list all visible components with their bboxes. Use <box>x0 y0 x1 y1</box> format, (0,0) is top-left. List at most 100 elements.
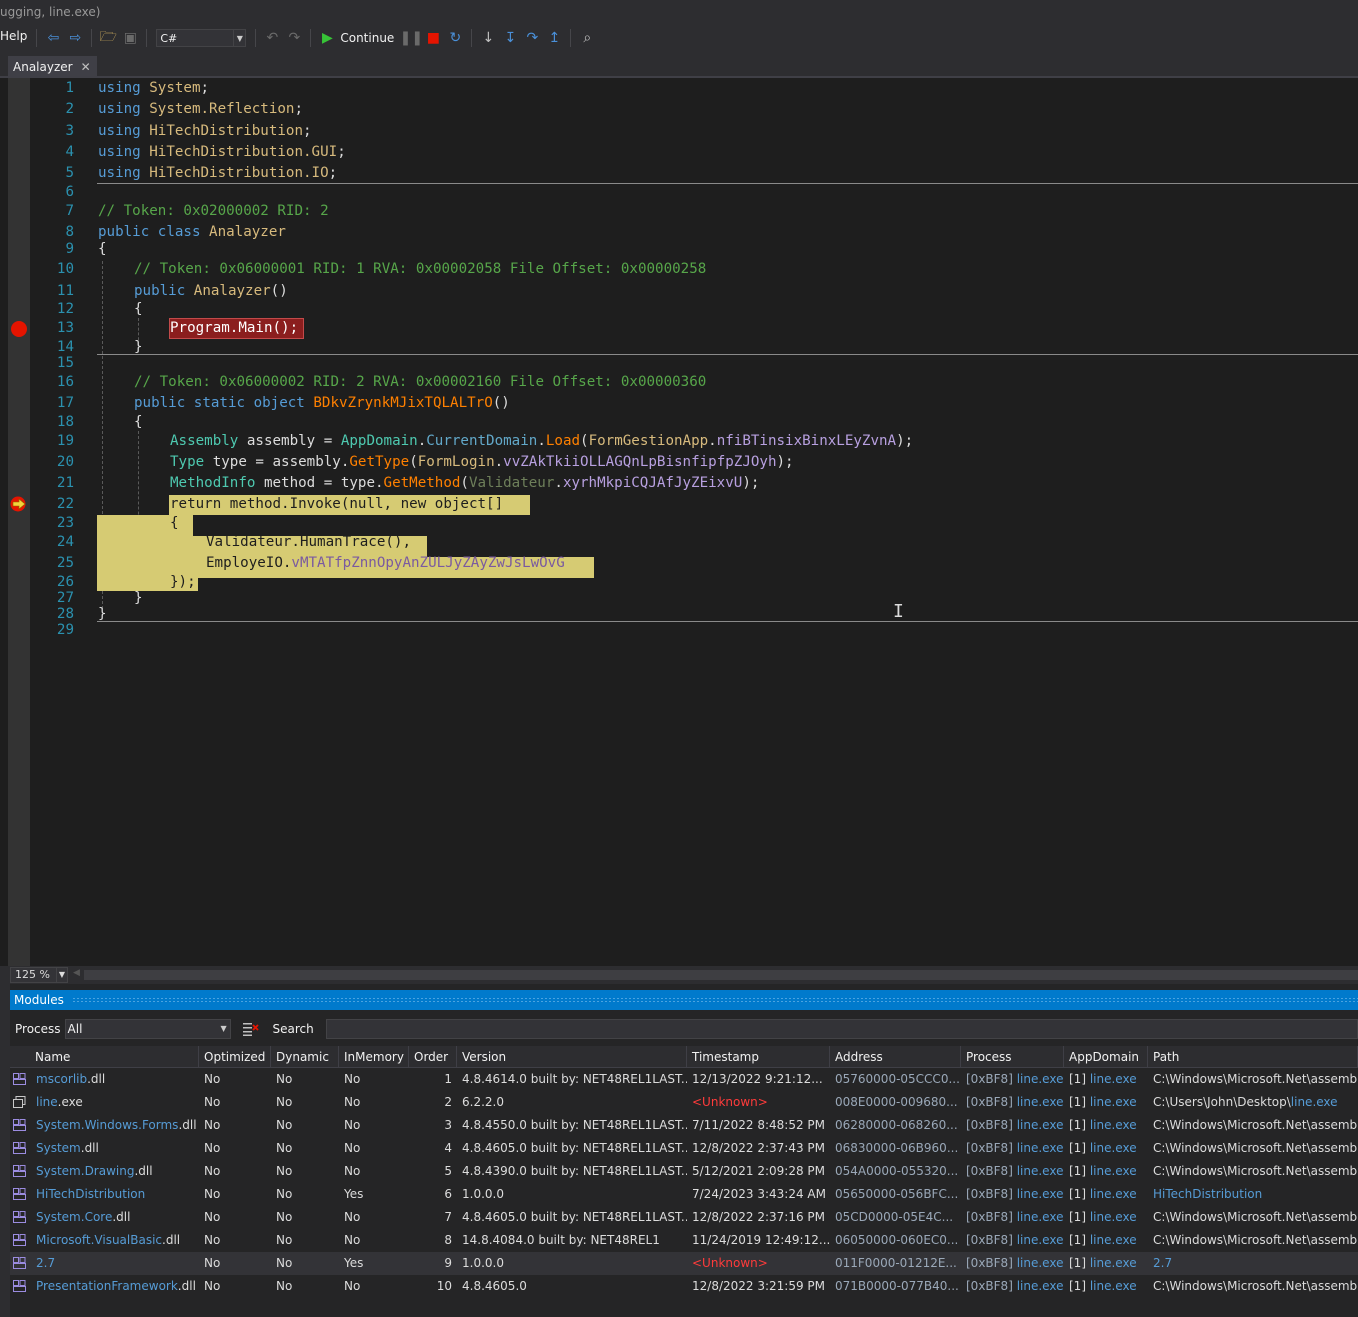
horizontal-scrollbar[interactable] <box>84 970 1358 980</box>
column-header-address[interactable]: Address <box>830 1046 961 1068</box>
drag-grip[interactable] <box>72 997 1358 1003</box>
breakpoint-gutter[interactable] <box>8 78 30 966</box>
column-header-process[interactable]: Process <box>961 1046 1064 1068</box>
module-path-text: C:\Windows\Microsoft.Net\assemb <box>1153 1141 1358 1155</box>
column-header-dynamic[interactable]: Dynamic <box>271 1046 339 1068</box>
module-row[interactable]: HiTechDistribution No No Yes 6 1.0.0.0 7/24/20… <box>10 1183 1358 1206</box>
module-timestamp: 12/8/2022 3:21:59 PM <box>692 1279 826 1293</box>
back-icon[interactable]: ⇦ <box>42 27 64 49</box>
module-appdomain-link[interactable]: line.exe <box>1090 1072 1137 1086</box>
process-select[interactable]: All ▼ <box>64 1019 231 1039</box>
code-line-current: Validateur.HumanTrace(), <box>206 534 411 550</box>
save-icon[interactable]: ▣ <box>119 27 141 49</box>
module-inmemory: Yes <box>344 1187 364 1201</box>
redo-icon[interactable]: ↷ <box>283 27 305 49</box>
code-line: public static object BDkvZrynkMJixTQLALT… <box>134 395 510 411</box>
chevron-down-icon[interactable]: ▼ <box>56 968 67 982</box>
module-path-cell: C:\Windows\Microsoft.Net\assemb <box>1148 1068 1358 1091</box>
module-address: 05CD0000-05E4C... <box>835 1210 954 1224</box>
module-name-link[interactable]: Microsoft.VisualBasic <box>36 1233 162 1247</box>
language-select[interactable]: C# ▼ <box>156 29 247 47</box>
module-appdomain-link[interactable]: line.exe <box>1090 1210 1137 1224</box>
module-path-link[interactable]: line.exe <box>1291 1095 1338 1109</box>
module-process-link[interactable]: line.exe <box>1017 1141 1064 1155</box>
module-appdomain-link[interactable]: line.exe <box>1090 1279 1137 1293</box>
module-row[interactable]: System.Windows.Forms.dll No No No 3 4.8.4550.… <box>10 1114 1358 1137</box>
step-over-icon[interactable]: ↷ <box>521 27 543 49</box>
module-process-link[interactable]: line.exe <box>1017 1118 1064 1132</box>
module-process-link[interactable]: line.exe <box>1017 1233 1064 1247</box>
stop-icon[interactable]: ■ <box>422 27 444 49</box>
column-header-optimized[interactable]: Optimized <box>199 1046 271 1068</box>
module-row[interactable]: Microsoft.VisualBasic.dll No No No 8 14.8.408… <box>10 1229 1358 1252</box>
column-header-path[interactable]: Path <box>1148 1046 1358 1068</box>
module-order: 10 <box>436 1279 452 1293</box>
module-path-link[interactable]: HiTechDistribution <box>1153 1187 1262 1201</box>
module-name-link[interactable]: System <box>36 1141 81 1155</box>
module-process-link[interactable]: line.exe <box>1017 1256 1064 1270</box>
restart-icon[interactable]: ↻ <box>444 27 466 49</box>
code-line-current: { <box>170 515 179 531</box>
module-appdomain-link[interactable]: line.exe <box>1090 1164 1137 1178</box>
module-name-link[interactable]: line <box>36 1095 58 1109</box>
module-row[interactable]: PresentationFramework.dll No No No 10 4.8.460… <box>10 1275 1358 1298</box>
module-name-link[interactable]: System.Drawing <box>36 1164 134 1178</box>
pause-icon[interactable]: ❚❚ <box>400 27 423 49</box>
module-process-link[interactable]: line.exe <box>1017 1187 1064 1201</box>
module-process-link[interactable]: line.exe <box>1017 1210 1064 1224</box>
modules-title-bar[interactable]: Modules <box>10 990 1358 1010</box>
module-appdomain-link[interactable]: line.exe <box>1090 1233 1137 1247</box>
module-row[interactable]: System.Core.dll No No No 7 4.8.4605.0 built b… <box>10 1206 1358 1229</box>
clear-list-icon[interactable] <box>241 1019 261 1039</box>
column-header-name[interactable]: Name <box>10 1046 199 1068</box>
column-header-timestamp[interactable]: Timestamp <box>687 1046 830 1068</box>
module-process-link[interactable]: line.exe <box>1017 1095 1064 1109</box>
module-name-link[interactable]: mscorlib <box>36 1072 87 1086</box>
module-row[interactable]: System.dll No No No 4 4.8.4605.0 built by: NE… <box>10 1137 1358 1160</box>
search-input[interactable] <box>325 1019 1358 1039</box>
tab-analayzer[interactable]: Analayzer ✕ <box>8 56 97 78</box>
column-header-version[interactable]: Version <box>457 1046 687 1068</box>
zoom-select[interactable]: 125 % ▼ <box>10 967 68 983</box>
column-header-order[interactable]: Order <box>409 1046 457 1068</box>
chevron-down-icon[interactable]: ▼ <box>233 30 245 46</box>
module-name-link[interactable]: 2.7 <box>36 1256 55 1270</box>
chevron-down-icon[interactable]: ▼ <box>218 1020 230 1038</box>
step-out-icon[interactable]: ↥ <box>543 27 565 49</box>
scroll-left-icon[interactable]: ◀ <box>73 968 80 978</box>
module-name-link[interactable]: HiTechDistribution <box>36 1187 145 1201</box>
module-path-link[interactable]: 2.7 <box>1153 1256 1172 1270</box>
continue-button[interactable]: Continue <box>340 31 394 45</box>
code-editor[interactable]: 1 2 3 4 5 6 7 8 9 10 11 12 13 14 15 16 17 18 19 20 21 22 23 24 2… <box>0 78 1358 966</box>
play-icon[interactable]: ▶ <box>316 27 338 49</box>
forward-icon[interactable]: ⇨ <box>64 27 86 49</box>
module-row[interactable]: 2.7 No No Yes 9 1.0.0.0 <Unknown> 011F0000-0121… <box>10 1252 1358 1275</box>
module-name-link[interactable]: System.Core <box>36 1210 112 1224</box>
breakpoint-icon[interactable] <box>11 321 27 337</box>
module-name-link[interactable]: System.Windows.Forms <box>36 1118 178 1132</box>
close-icon[interactable]: ✕ <box>81 60 91 74</box>
module-process-link[interactable]: line.exe <box>1017 1164 1064 1178</box>
module-appdomain-link[interactable]: line.exe <box>1090 1141 1137 1155</box>
module-appdomain-link[interactable]: line.exe <box>1090 1256 1137 1270</box>
step-into-alt-icon[interactable]: ↧ <box>499 27 521 49</box>
module-appdomain-link[interactable]: line.exe <box>1090 1187 1137 1201</box>
step-into-icon[interactable]: ↓ <box>477 27 499 49</box>
module-appdomain-link[interactable]: line.exe <box>1090 1118 1137 1132</box>
open-icon[interactable]: 🗁 <box>97 27 119 49</box>
module-path-cell: C:\Windows\Microsoft.Net\assemb <box>1148 1206 1358 1229</box>
module-row[interactable]: line.exe No No No 2 6.2.2.0 <Unknown> 008E0000-… <box>10 1091 1358 1114</box>
column-header-inmemory[interactable]: InMemory <box>339 1046 409 1068</box>
modules-grid: mscorlib.dll No No No 1 4.8.4614.0 built by: … <box>10 1068 1358 1317</box>
module-row[interactable]: mscorlib.dll No No No 1 4.8.4614.0 built by: … <box>10 1068 1358 1091</box>
module-name-link[interactable]: PresentationFramework <box>36 1279 178 1293</box>
module-row[interactable]: System.Drawing.dll No No No 5 4.8.4390.0 buil… <box>10 1160 1358 1183</box>
menu-help[interactable]: Help <box>0 29 31 43</box>
module-appdomain-link[interactable]: line.exe <box>1090 1095 1137 1109</box>
column-header-appdomain[interactable]: AppDomain <box>1064 1046 1148 1068</box>
undo-icon[interactable]: ↶ <box>261 27 283 49</box>
search-icon[interactable]: ⌕ <box>576 27 598 49</box>
module-process-link[interactable]: line.exe <box>1017 1279 1064 1293</box>
module-process-link[interactable]: line.exe <box>1017 1072 1064 1086</box>
module-order: 6 <box>444 1187 452 1201</box>
